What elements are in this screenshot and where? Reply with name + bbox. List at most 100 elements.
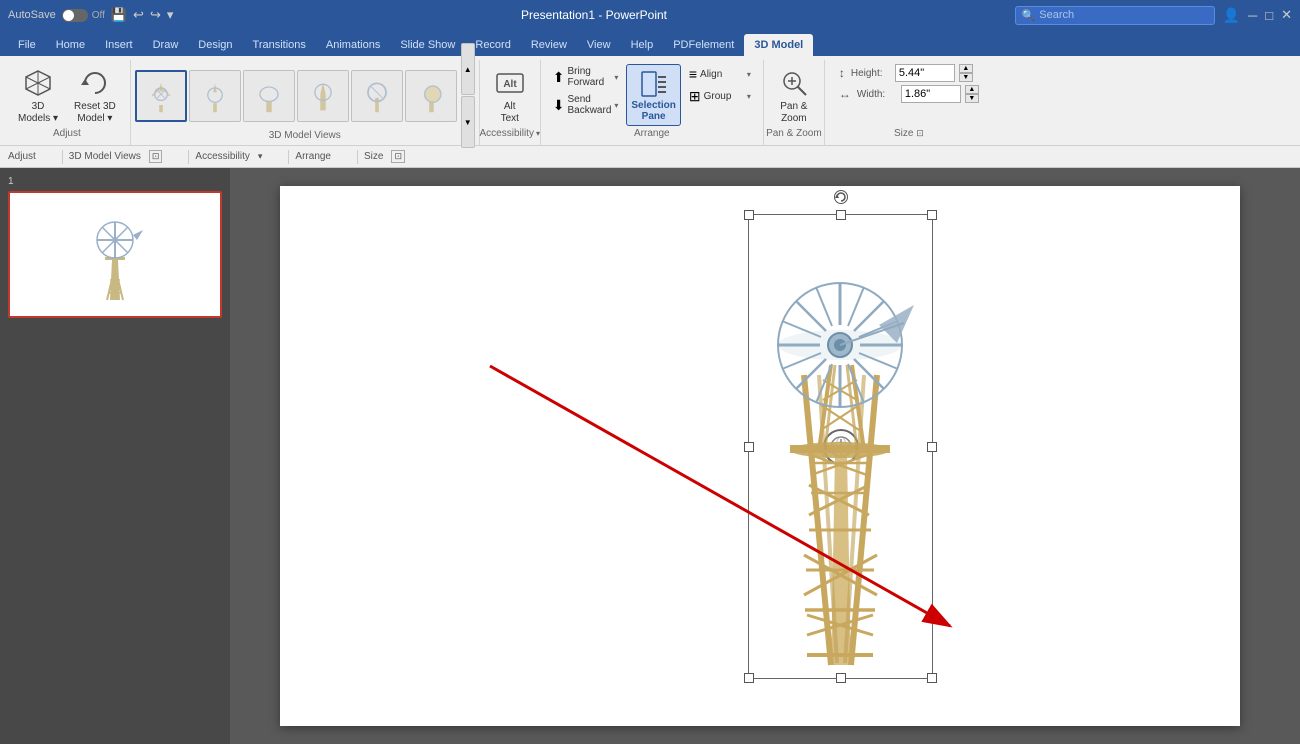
maximize-icon[interactable]: □ [1265, 8, 1273, 23]
selection-box [748, 214, 933, 679]
group-panzoom: Pan &Zoom Pan & Zoom [764, 60, 825, 145]
height-down[interactable]: ▼ [959, 73, 973, 82]
user-icon[interactable]: 👤 [1223, 7, 1240, 24]
search-box[interactable]: 🔍 [1015, 6, 1215, 25]
selection-pane-icon [638, 68, 670, 100]
views-expand[interactable]: ⊡ [149, 150, 163, 163]
tab-view[interactable]: View [577, 34, 621, 56]
autosave-label: AutoSave [8, 9, 56, 21]
height-label: Height: [851, 68, 891, 79]
view-thumb-2[interactable] [189, 70, 241, 122]
handle-bottom-right[interactable] [927, 673, 937, 683]
group-button[interactable]: ⊞ Group ▾ [685, 86, 755, 107]
view-thumb-4[interactable] [297, 70, 349, 122]
alt-text-button[interactable]: Alt AltText [488, 64, 532, 128]
autosave-toggle[interactable]: Off [62, 9, 105, 22]
3d-move-icon[interactable] [823, 429, 859, 465]
views-scroll-up[interactable]: ▲ [461, 43, 475, 95]
arrange-content: ⬆ BringForward ▾ ⬇ SendBackward ▾ [549, 60, 755, 127]
undo-icon[interactable]: ↩ [133, 7, 144, 23]
size-section-label: Size [364, 151, 383, 162]
slide-1-thumbnail[interactable] [8, 191, 222, 318]
toggle-knob [63, 10, 74, 21]
bring-forward-button[interactable]: ⬆ BringForward ▾ [549, 64, 623, 90]
reset-3d-button[interactable]: Reset 3DModel ▾ [68, 64, 122, 128]
view-thumb-5[interactable] [351, 70, 403, 122]
toggle-track [62, 9, 88, 22]
align-button[interactable]: ≡ Align ▾ [685, 64, 755, 84]
height-row: ↕ Height: ▲ ▼ [839, 64, 979, 82]
group-accessibility: Alt AltText Accessibility ▾ [480, 60, 541, 145]
width-spinners: ▲ ▼ [965, 85, 979, 103]
accessibility-section-label: Accessibility [195, 151, 249, 162]
tab-file[interactable]: File [8, 34, 46, 56]
close-icon[interactable]: ✕ [1281, 7, 1292, 23]
slide-canvas-area [230, 168, 1300, 744]
bring-forward-label: BringForward [567, 66, 604, 88]
main-area: 1 [0, 168, 1300, 744]
reset-label: Reset 3DModel ▾ [74, 101, 116, 125]
send-backward-label: SendBackward [567, 94, 611, 116]
view-thumb-6[interactable] [405, 70, 457, 122]
adjust-content: 3DModels ▾ Reset 3DModel ▾ [12, 60, 122, 128]
width-down[interactable]: ▼ [965, 94, 979, 103]
arrange-bar-label: Arrange [295, 151, 331, 162]
handle-bottom-center[interactable] [836, 673, 846, 683]
tab-3dmodel[interactable]: 3D Model [744, 34, 813, 56]
customize-icon[interactable]: ▾ [167, 7, 174, 23]
tab-pdfelement[interactable]: PDFelement [663, 34, 744, 56]
handle-top-left[interactable] [744, 210, 754, 220]
width-icon: ↔ [839, 87, 851, 101]
sep2 [188, 150, 189, 164]
group-size: ↕ Height: ▲ ▼ ↔ Width: ▲ ▼ Size ⊡ [825, 60, 993, 145]
height-up[interactable]: ▲ [959, 64, 973, 73]
size-group-label: Size ⊡ [825, 126, 993, 141]
tab-help[interactable]: Help [621, 34, 664, 56]
group-arrange: ⬆ BringForward ▾ ⬇ SendBackward ▾ [541, 60, 764, 145]
views-section-label: 3D Model Views [69, 151, 141, 162]
accessibility-bar-label: Accessibility ▾ [195, 151, 262, 162]
ribbon: 3DModels ▾ Reset 3DModel ▾ Adjust [0, 56, 1300, 146]
alt-text-icon: Alt [494, 67, 526, 99]
sep3 [288, 150, 289, 164]
sep1 [62, 150, 63, 164]
adjust-section-label: Adjust [8, 151, 36, 162]
handle-top-center[interactable] [836, 210, 846, 220]
3d-models-button[interactable]: 3DModels ▾ [12, 64, 64, 128]
send-backward-arrow: ▾ [614, 101, 618, 110]
accessibility-label: Accessibility ▾ [480, 126, 540, 141]
tab-review[interactable]: Review [521, 34, 577, 56]
tab-home[interactable]: Home [46, 34, 95, 56]
search-icon: 🔍 [1022, 9, 1036, 22]
view-thumb-1[interactable] [135, 70, 187, 122]
save-icon[interactable]: 💾 [111, 7, 127, 23]
selection-pane-button[interactable]: SelectionPane [626, 64, 680, 126]
handle-mid-left[interactable] [744, 442, 754, 452]
redo-icon[interactable]: ↪ [150, 7, 161, 23]
handle-mid-right[interactable] [927, 442, 937, 452]
pan-zoom-label: Pan &Zoom [780, 101, 807, 125]
width-input[interactable] [901, 85, 961, 103]
slide-canvas[interactable] [280, 186, 1240, 726]
size-expand[interactable]: ⊡ [391, 150, 405, 163]
width-label: Width: [857, 89, 897, 100]
height-input[interactable] [895, 64, 955, 82]
title-bar-right: 🔍 👤 ─ □ ✕ [1015, 6, 1292, 25]
pan-zoom-icon [778, 67, 810, 99]
width-up[interactable]: ▲ [965, 85, 979, 94]
group-icon: ⊞ [689, 88, 701, 105]
group-adjust: 3DModels ▾ Reset 3DModel ▾ Adjust [4, 60, 131, 145]
reset-icon [79, 67, 111, 99]
slide-thumb-content [14, 197, 216, 312]
view-thumb-3[interactable] [243, 70, 295, 122]
handle-bottom-left[interactable] [744, 673, 754, 683]
minimize-icon[interactable]: ─ [1248, 8, 1257, 23]
send-backward-button[interactable]: ⬇ SendBackward ▾ [549, 92, 623, 118]
accessibility-content: Alt AltText [488, 60, 532, 128]
search-input[interactable] [1039, 9, 1199, 21]
handle-top-right[interactable] [927, 210, 937, 220]
rotate-handle[interactable] [834, 190, 848, 204]
pan-zoom-button[interactable]: Pan &Zoom [772, 64, 816, 128]
group-3dviews: ▲ ▼ 3D Model Views [131, 60, 480, 145]
align-arrow: ▾ [747, 70, 751, 79]
